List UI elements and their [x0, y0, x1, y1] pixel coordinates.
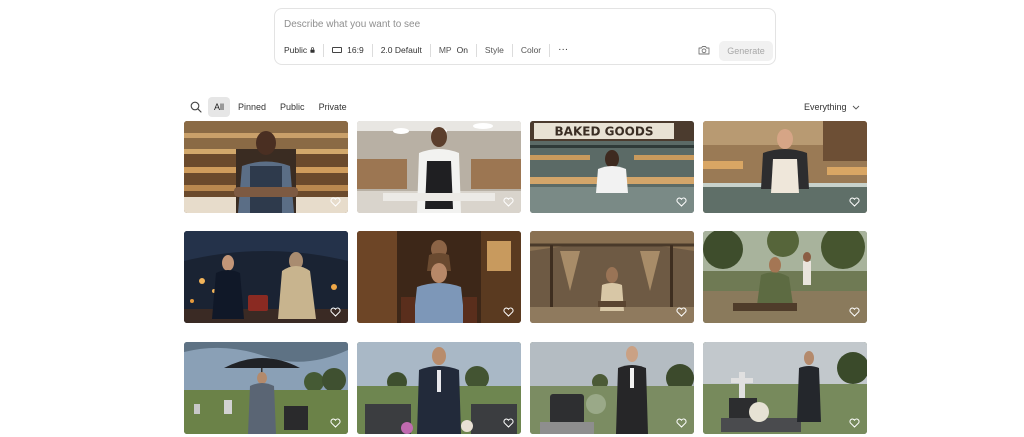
color-label: Color [520, 45, 542, 55]
aspect-ratio-button[interactable]: 16:9 [332, 45, 364, 55]
gallery-image[interactable] [357, 342, 521, 434]
tab-all[interactable]: All [208, 97, 231, 117]
filter-tabs: All Pinned Public Private [208, 97, 353, 117]
style-button[interactable]: Style [485, 45, 504, 55]
gallery-image[interactable] [703, 231, 867, 323]
gallery-image[interactable] [530, 231, 694, 323]
gallery-image[interactable]: BAKED GOODS [530, 121, 694, 213]
toolbar-divider [511, 43, 513, 57]
toolbar-divider [429, 43, 431, 57]
color-button[interactable]: Color [521, 45, 541, 55]
prompt-composer: Public 16:9 2.0 Default MP On Style Colo… [274, 8, 776, 65]
mp-label: MP [438, 45, 452, 55]
gallery-image[interactable] [703, 342, 867, 434]
gallery-image[interactable] [530, 342, 694, 434]
lock-icon [310, 47, 315, 53]
heart-icon[interactable] [849, 418, 860, 428]
bakery-photo: BAKED GOODS [530, 121, 694, 213]
heart-icon[interactable] [503, 307, 514, 317]
heart-icon[interactable] [849, 197, 860, 207]
tab-private[interactable]: Private [313, 97, 353, 117]
aspect-ratio-label: 16:9 [347, 45, 364, 55]
svg-text:BAKED GOODS: BAKED GOODS [555, 125, 654, 139]
prompt-toolbar: Public 16:9 2.0 Default MP On Style Colo… [284, 42, 568, 58]
mp-toggle[interactable]: MP On [439, 45, 468, 55]
heart-icon[interactable] [676, 418, 687, 428]
bakery-photo [703, 121, 867, 213]
scope-label: Everything [804, 102, 847, 112]
cemetery-cross-photo [703, 342, 867, 434]
search-icon[interactable] [190, 101, 202, 113]
heart-icon[interactable] [330, 418, 341, 428]
scope-dropdown[interactable]: Everything [804, 100, 860, 114]
cemetery-suit-photo [357, 342, 521, 434]
gallery-image[interactable] [357, 231, 521, 323]
gallery-image[interactable] [184, 342, 348, 434]
barber-chair-photo [357, 231, 521, 323]
bakery-photo [184, 121, 348, 213]
cemetery-umbrella-photo [184, 342, 348, 434]
heart-icon[interactable] [676, 197, 687, 207]
more-options-button[interactable]: ··· [558, 45, 568, 55]
generate-button[interactable]: Generate [719, 41, 773, 61]
thatched-hut-photo [530, 231, 694, 323]
mp-state: On [456, 45, 468, 55]
visibility-label: Public [284, 45, 308, 55]
heart-icon[interactable] [503, 197, 514, 207]
visibility-toggle[interactable]: Public [284, 45, 315, 55]
heart-icon[interactable] [330, 197, 341, 207]
cemetery-headstone-photo [530, 342, 694, 434]
gallery-image[interactable] [184, 231, 348, 323]
model-version-label: 2.0 Default [380, 45, 422, 55]
style-label: Style [484, 45, 504, 55]
heart-icon[interactable] [330, 307, 341, 317]
bakery-photo [357, 121, 521, 213]
prompt-input[interactable] [284, 16, 764, 32]
chevron-down-icon [852, 105, 859, 110]
tab-pinned[interactable]: Pinned [232, 97, 272, 117]
model-version-button[interactable]: 2.0 Default [381, 45, 422, 55]
more-icon: ··· [558, 44, 569, 55]
gallery-image[interactable] [357, 121, 521, 213]
heart-icon[interactable] [676, 307, 687, 317]
toolbar-divider [549, 43, 551, 57]
aspect-ratio-icon [332, 47, 343, 53]
toolbar-divider [475, 43, 477, 57]
park-bench-photo [703, 231, 867, 323]
heart-icon[interactable] [503, 418, 514, 428]
toolbar-divider [371, 43, 373, 57]
camera-icon[interactable] [698, 45, 710, 55]
gallery-image[interactable] [184, 121, 348, 213]
heart-icon[interactable] [849, 307, 860, 317]
toolbar-divider [323, 43, 325, 57]
gallery-image[interactable] [703, 121, 867, 213]
tab-public[interactable]: Public [274, 97, 311, 117]
fortune-teller-photo [184, 231, 348, 323]
